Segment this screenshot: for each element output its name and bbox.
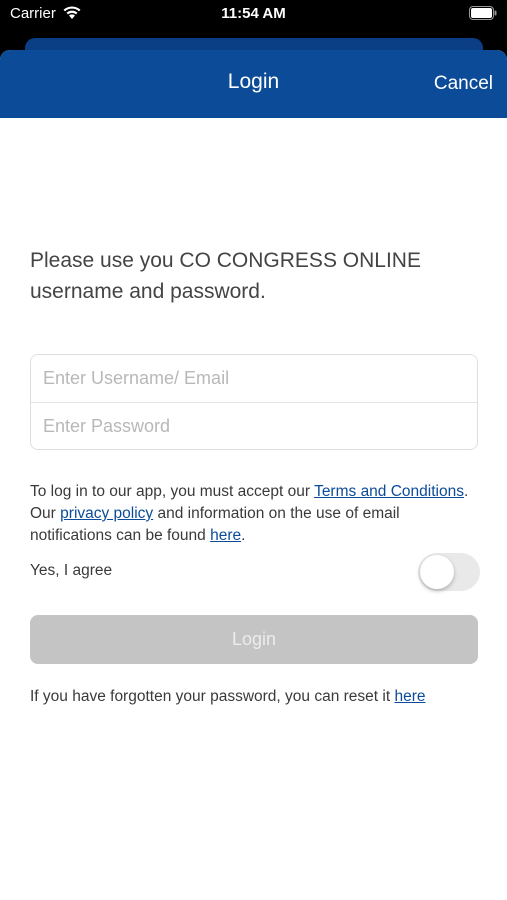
terms-link[interactable]: Terms and Conditions [314, 483, 464, 500]
cancel-button[interactable]: Cancel [434, 73, 493, 95]
terms-text-1: To log in to our app, you must accept ou… [30, 483, 315, 500]
status-time: 11:54 AM [221, 5, 286, 22]
status-bar: Carrier 11:54 AM [0, 0, 507, 32]
password-input[interactable] [31, 403, 477, 449]
terms-text: To log in to our app, you must accept ou… [30, 481, 470, 547]
username-input[interactable] [31, 355, 477, 402]
notifications-here-link[interactable]: here [210, 527, 241, 544]
reset-text: If you have forgotten your password, you… [30, 688, 395, 705]
login-button[interactable]: Login [30, 615, 478, 664]
login-sheet: Login Cancel Please use you CO CONGRESS … [0, 50, 507, 900]
agree-toggle[interactable] [418, 553, 480, 591]
battery-icon [469, 6, 497, 20]
toggle-knob [420, 555, 454, 589]
nav-title: Login [227, 70, 280, 93]
agree-label: Yes, I agree [30, 562, 113, 579]
privacy-policy-link[interactable]: privacy policy [60, 505, 153, 522]
intro-text: Please use you CO CONGRESS ONLINE userna… [30, 249, 421, 303]
nav-bar: Login Cancel [0, 50, 507, 118]
terms-text-4: . [241, 527, 246, 544]
reset-password-text: If you have forgotten your password, you… [30, 688, 480, 706]
reset-here-link[interactable]: here [394, 688, 425, 705]
credentials-fields [30, 354, 478, 450]
